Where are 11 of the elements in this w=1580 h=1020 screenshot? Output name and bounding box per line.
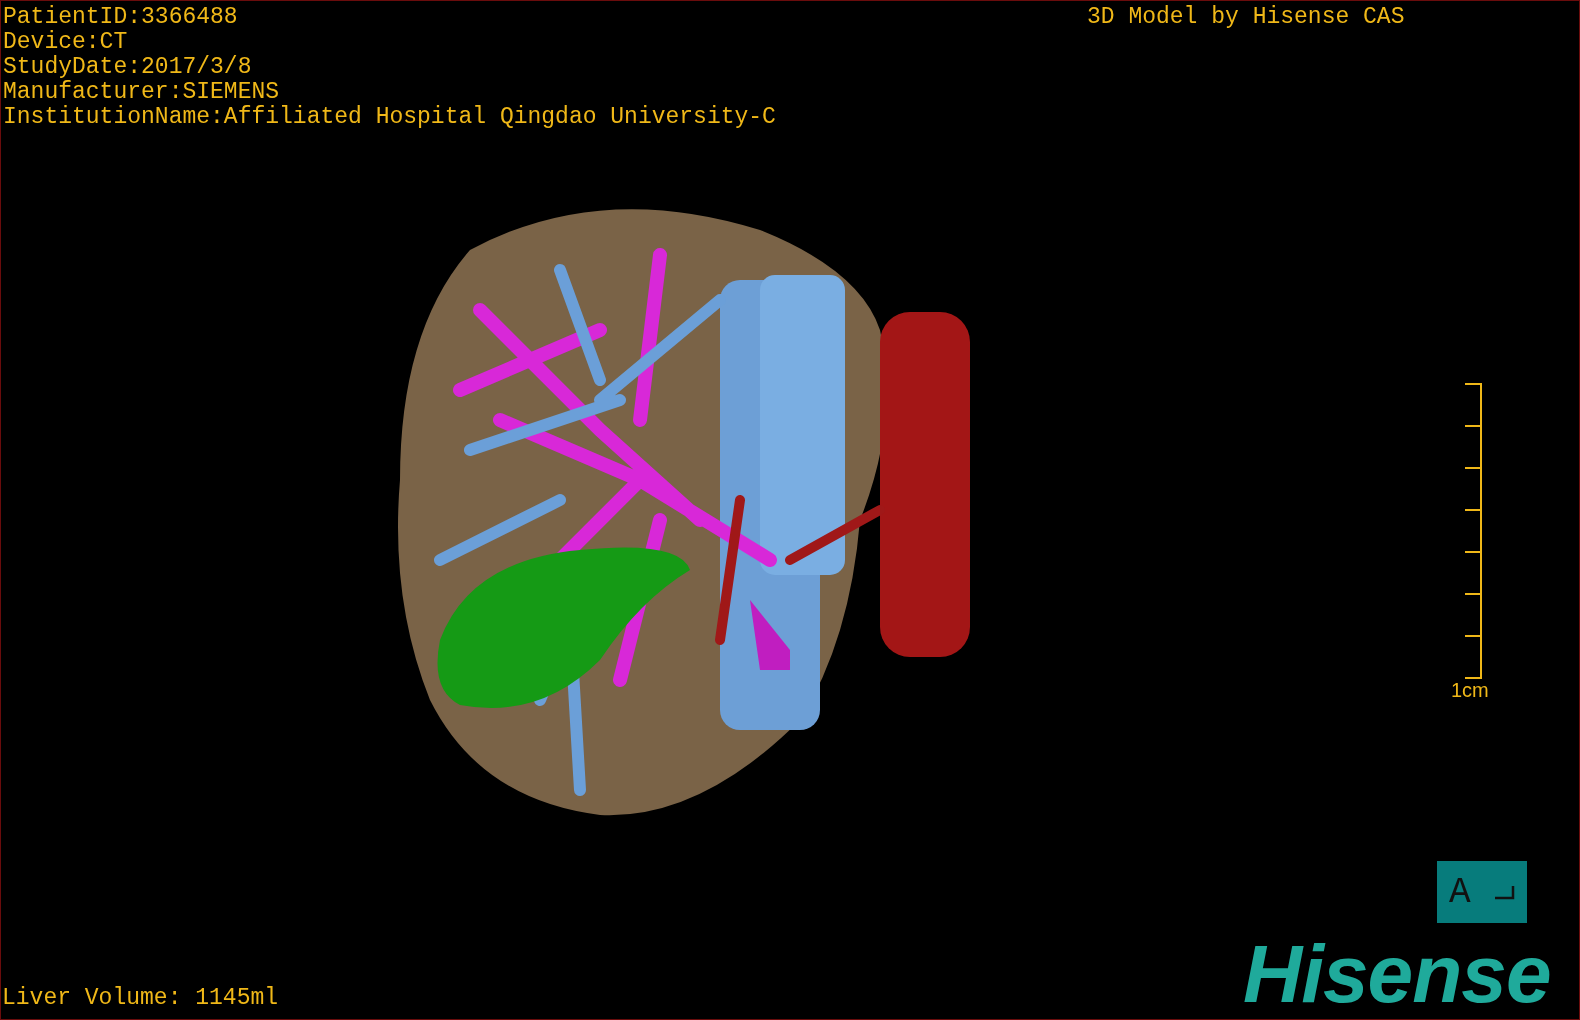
orientation-button[interactable]: A	[1437, 861, 1527, 923]
patient-info-text: InstitutionName:Affiliated Hospital Qingdao University-C	[3, 105, 776, 130]
patient-info-text: Manufacturer:SIEMENS	[3, 80, 281, 105]
logo: Hisense	[1243, 931, 1551, 1017]
scale-label: 1cm	[1451, 679, 1489, 702]
patient-info-text: StudyDate:2017/3/8	[3, 55, 253, 80]
liver-volume-text: Liver Volume: 1145ml	[2, 986, 279, 1011]
corner-icon	[1493, 884, 1515, 900]
model-caption: 3D Model by Hisense CAS	[1087, 5, 1405, 30]
patient-info-text: PatientID:3366488	[3, 5, 239, 30]
patient-info-text: Device:CT	[3, 30, 129, 55]
